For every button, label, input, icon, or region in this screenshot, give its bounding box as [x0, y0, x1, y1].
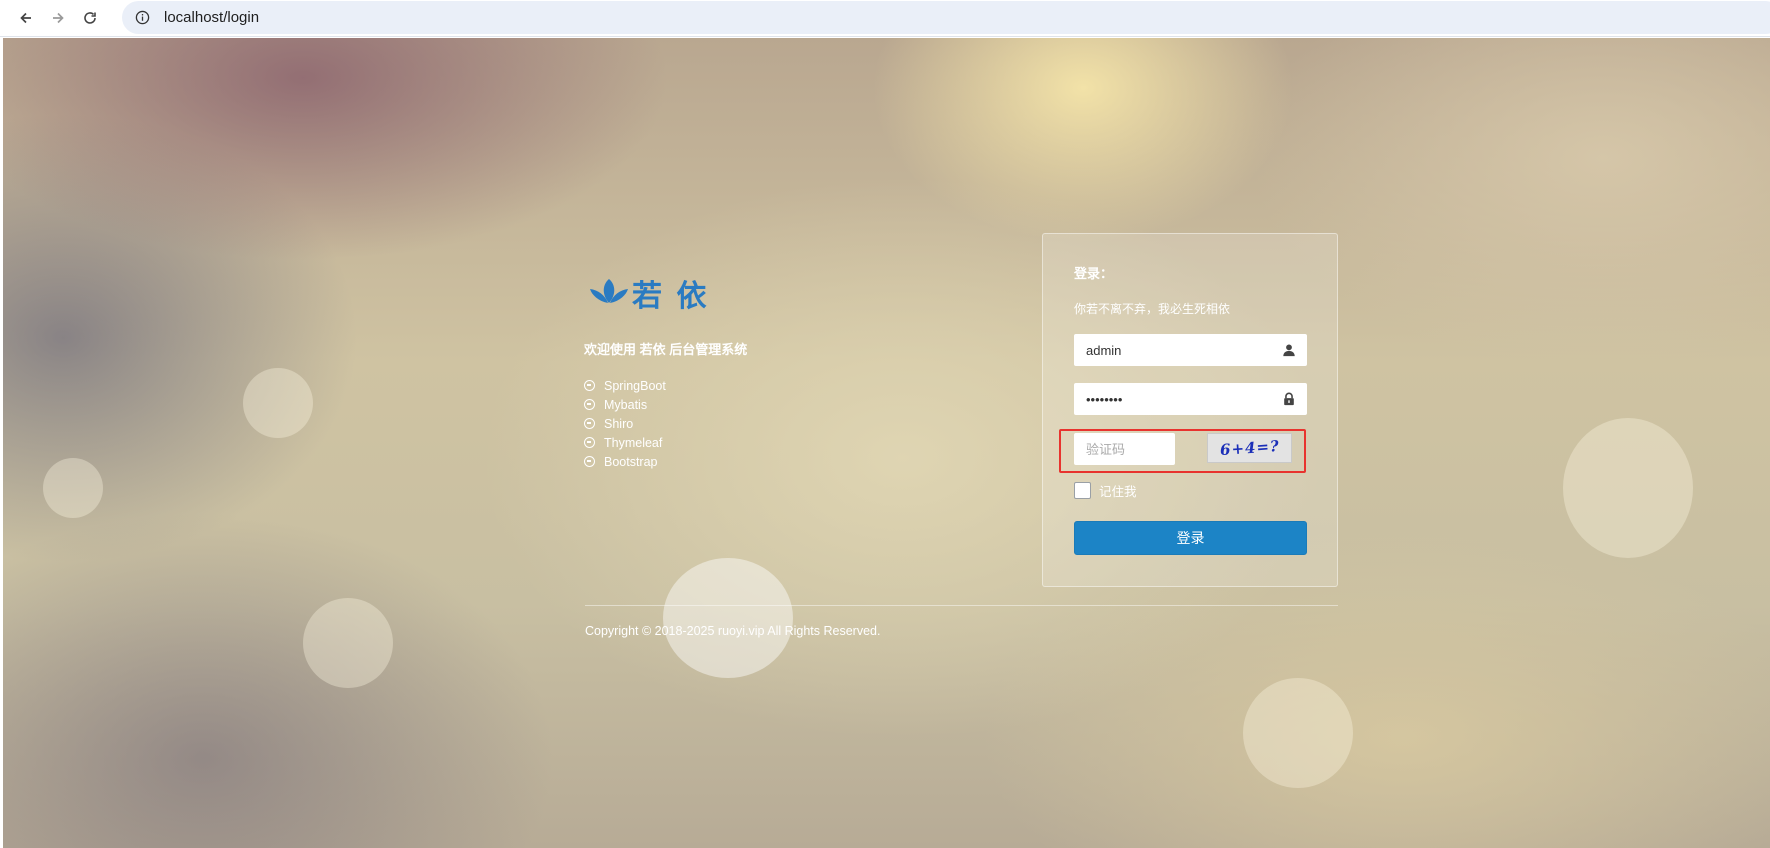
username-field[interactable] [1074, 334, 1307, 366]
tech-list: SpringBoot Mybatis Shiro Thymeleaf Boots… [584, 376, 666, 471]
reload-icon [84, 12, 96, 24]
tech-item: Bootstrap [584, 452, 666, 471]
address-bar[interactable]: localhost/login [122, 1, 1770, 34]
welcome-heading: 欢迎使用 若依 后台管理系统 [584, 342, 748, 357]
logo-leaf-icon [588, 275, 630, 312]
browser-toolbar: localhost/login [0, 0, 1770, 37]
circle-arrow-icon [584, 380, 595, 391]
remember-me: 记住我 [1074, 481, 1137, 500]
footer-divider [585, 605, 1338, 606]
bokeh [303, 598, 393, 688]
bokeh [1563, 418, 1693, 558]
back-button[interactable] [14, 6, 38, 30]
tech-item: Shiro [584, 414, 666, 433]
bokeh [243, 368, 313, 438]
brand-logo: 若 依 [588, 271, 708, 315]
arrow-right-icon [53, 12, 64, 24]
captcha-text: 6+4=? [1219, 436, 1280, 460]
copyright-text: Copyright © 2018-2025 ruoyi.vip All Righ… [585, 624, 881, 638]
username-input[interactable] [1074, 342, 1281, 358]
tech-item: Mybatis [584, 395, 666, 414]
logo-text: 若 依 [632, 279, 709, 314]
captcha-image[interactable]: 6+4=? [1207, 433, 1292, 463]
reload-button[interactable] [78, 6, 102, 30]
login-page-background [3, 38, 1770, 848]
password-input[interactable] [1074, 391, 1281, 407]
circle-arrow-icon [584, 399, 595, 410]
user-icon [1281, 342, 1297, 358]
captcha-input[interactable] [1074, 441, 1175, 457]
forward-button[interactable] [46, 6, 70, 30]
password-field[interactable] [1074, 383, 1307, 415]
bokeh [1243, 678, 1353, 788]
captcha-field[interactable] [1074, 433, 1175, 465]
login-button[interactable]: 登录 [1074, 521, 1307, 555]
remember-me-label[interactable]: 记住我 [1099, 481, 1137, 500]
url-text[interactable]: localhost/login [164, 9, 259, 26]
info-icon[interactable] [134, 10, 150, 26]
arrow-left-icon [20, 12, 31, 24]
login-title: 登录： [1074, 266, 1114, 281]
login-subtitle: 你若不离不弃，我必生死相依 [1074, 302, 1231, 316]
bokeh [43, 458, 103, 518]
remember-me-checkbox[interactable] [1074, 482, 1091, 499]
circle-arrow-icon [584, 456, 595, 467]
dandelion-bokeh [663, 558, 793, 678]
tech-item: SpringBoot [584, 376, 666, 395]
circle-arrow-icon [584, 437, 595, 448]
tech-item: Thymeleaf [584, 433, 666, 452]
circle-arrow-icon [584, 418, 595, 429]
lock-icon [1281, 391, 1297, 407]
